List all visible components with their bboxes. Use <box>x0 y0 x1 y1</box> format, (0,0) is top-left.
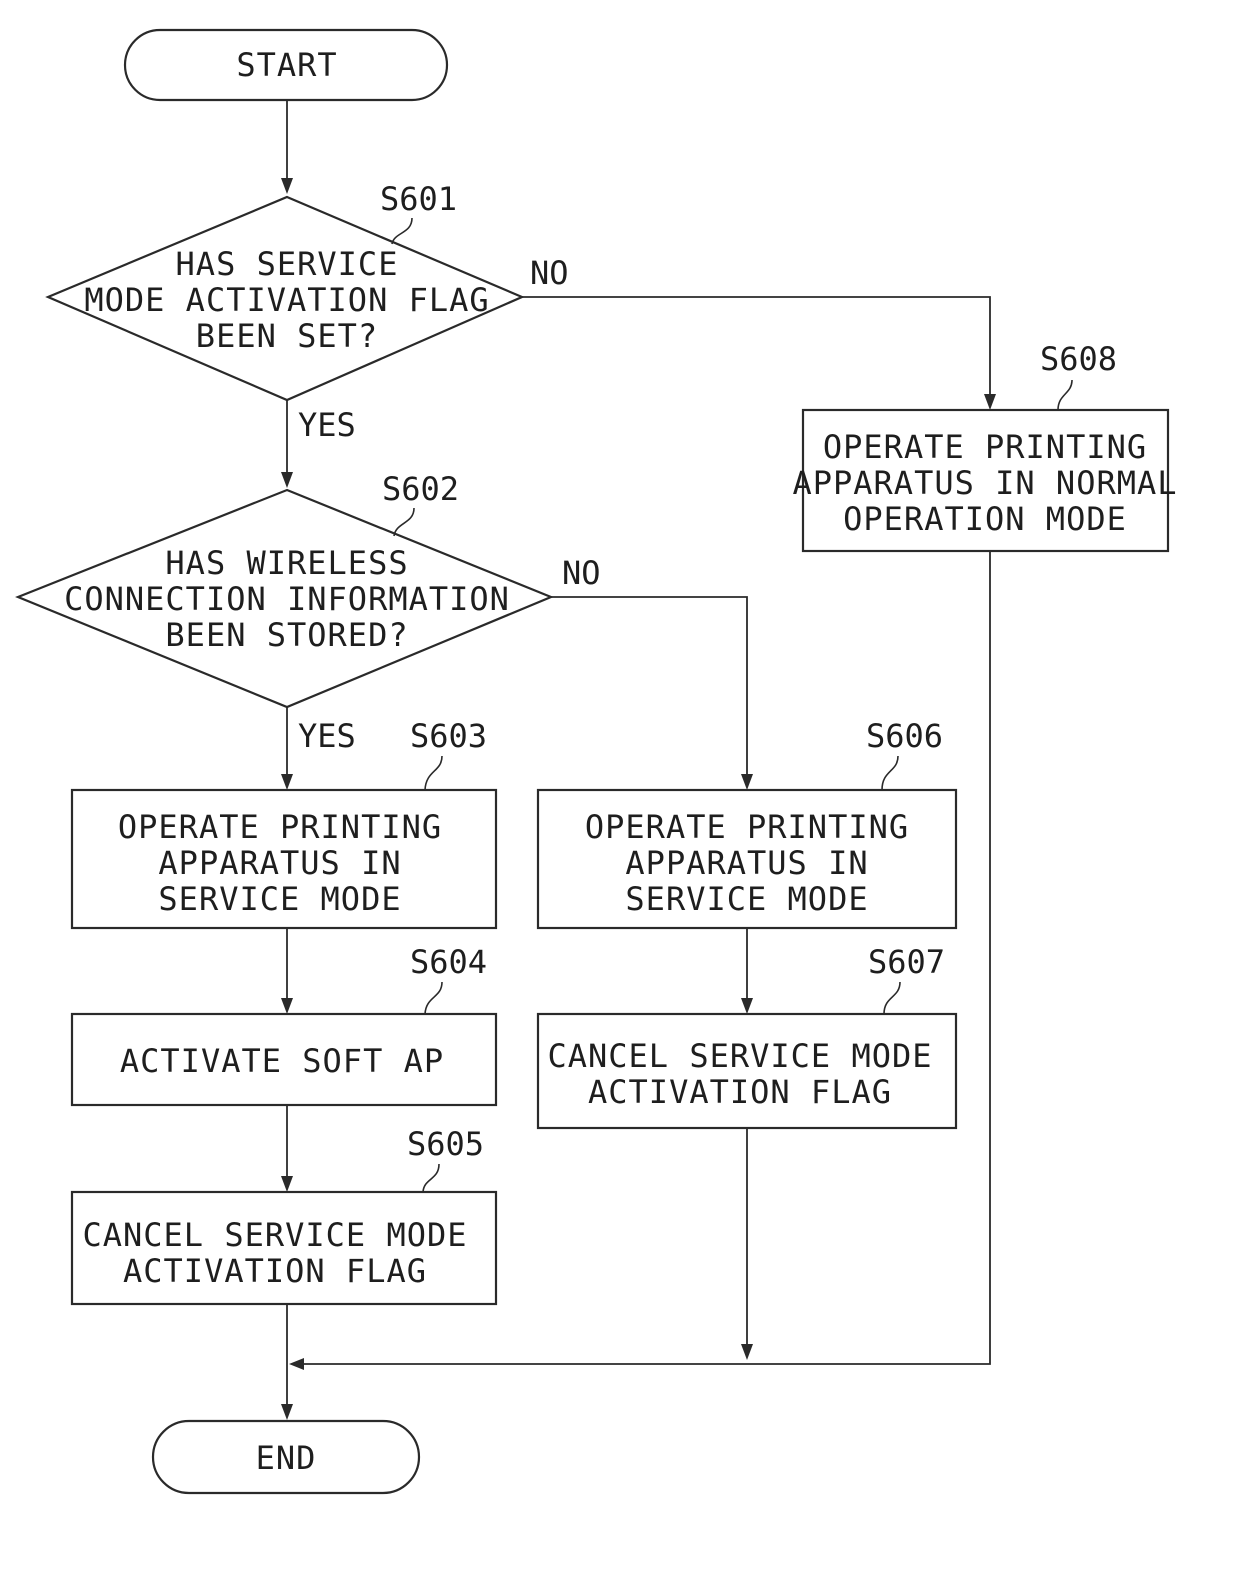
step-id-label: S602 <box>382 470 459 508</box>
flowchart: START HAS SERVICE MODE ACTIVATION FLAG B… <box>15 28 1177 1495</box>
yes-label: YES <box>298 717 356 755</box>
process-s608: OPERATE PRINTING APPARATUS IN NORMAL OPE… <box>792 340 1177 553</box>
process-line: OPERATE PRINTING <box>118 808 442 846</box>
leader-line <box>393 507 415 537</box>
start-terminal: START <box>123 28 449 102</box>
process-line: CANCEL SERVICE MODE <box>547 1037 932 1075</box>
leader-line <box>424 755 443 791</box>
leader-line <box>881 755 899 791</box>
arrowhead <box>741 774 753 790</box>
leader-line <box>883 981 901 1015</box>
step-id-label: S603 <box>410 717 487 755</box>
arrowhead <box>984 394 996 410</box>
end-label: END <box>256 1439 317 1477</box>
decision-s601: HAS SERVICE MODE ACTIVATION FLAG BEEN SE… <box>45 180 569 444</box>
decision-line: BEEN STORED? <box>165 616 408 654</box>
yes-label: YES <box>298 406 356 444</box>
edge-s601-s608 <box>522 296 991 398</box>
step-id-label: S604 <box>410 943 487 981</box>
start-label: START <box>236 46 337 84</box>
arrowhead <box>281 1176 293 1192</box>
decision-line: HAS SERVICE <box>176 245 399 283</box>
process-line: APPARATUS IN <box>158 844 401 882</box>
decision-line: BEEN SET? <box>196 317 378 355</box>
arrowhead <box>289 1358 304 1370</box>
process-line: ACTIVATION FLAG <box>123 1252 427 1290</box>
process-s605: CANCEL SERVICE MODE ACTIVATION FLAG S605 <box>70 1125 498 1306</box>
process-s604: ACTIVATE SOFT AP S604 <box>70 943 498 1107</box>
no-label: NO <box>530 254 569 292</box>
leader-line <box>424 981 443 1015</box>
arrowhead <box>741 1344 753 1360</box>
leader-line <box>422 1163 440 1193</box>
process-line: ACTIVATE SOFT AP <box>120 1042 444 1080</box>
process-s603: OPERATE PRINTING APPARATUS IN SERVICE MO… <box>70 717 498 930</box>
process-line: OPERATE PRINTING <box>823 428 1147 466</box>
edge-s602-s606 <box>551 596 748 778</box>
step-id-label: S606 <box>866 717 943 755</box>
arrowhead <box>281 998 293 1014</box>
process-line: ACTIVATION FLAG <box>588 1073 892 1111</box>
process-line: APPARATUS IN <box>625 844 868 882</box>
process-line: OPERATION MODE <box>843 500 1127 538</box>
step-id-label: S601 <box>380 180 457 218</box>
process-line: OPERATE PRINTING <box>585 808 909 846</box>
end-terminal: END <box>151 1419 421 1495</box>
arrowhead <box>281 774 293 790</box>
process-line: SERVICE MODE <box>625 880 868 918</box>
leader-line <box>391 217 413 245</box>
leader-line <box>1057 379 1073 411</box>
decision-line: CONNECTION INFORMATION <box>64 580 510 618</box>
decision-line: HAS WIRELESS <box>165 544 408 582</box>
arrowhead <box>281 1404 293 1420</box>
process-line: SERVICE MODE <box>158 880 401 918</box>
step-id-label: S605 <box>407 1125 484 1163</box>
arrowhead <box>741 998 753 1014</box>
arrowhead <box>281 472 293 488</box>
process-line: APPARATUS IN NORMAL <box>792 464 1177 502</box>
arrowhead <box>281 178 293 194</box>
step-id-label: S608 <box>1040 340 1117 378</box>
no-label: NO <box>562 554 601 592</box>
decision-line: MODE ACTIVATION FLAG <box>84 281 489 319</box>
process-line: CANCEL SERVICE MODE <box>82 1216 467 1254</box>
step-id-label: S607 <box>868 943 945 981</box>
decision-s602: HAS WIRELESS CONNECTION INFORMATION BEEN… <box>15 470 601 755</box>
